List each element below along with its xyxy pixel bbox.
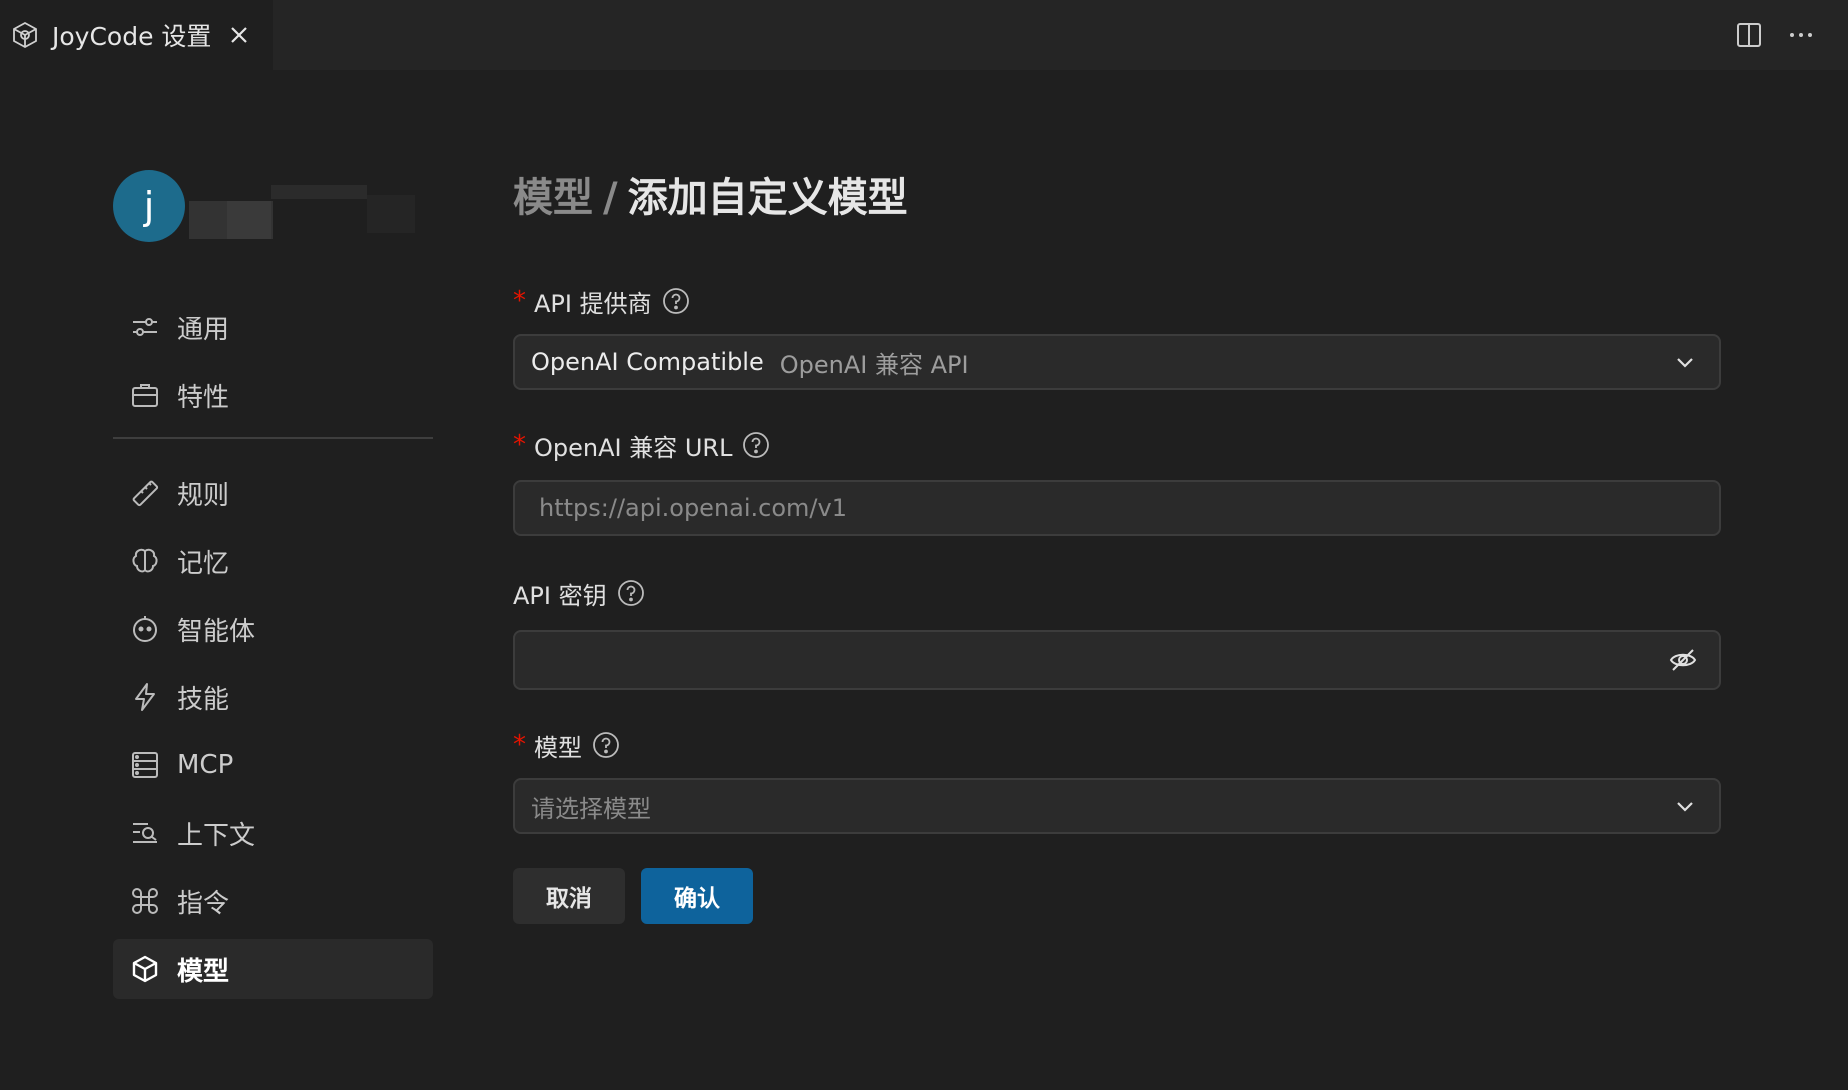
sidebar-item-features[interactable]: 特性	[113, 365, 433, 425]
model-select[interactable]: 请选择模型	[513, 778, 1721, 834]
sliders-icon	[129, 311, 161, 343]
required-mark: *	[513, 430, 526, 460]
robot-icon	[129, 613, 161, 645]
help-icon[interactable]	[662, 287, 690, 315]
url-label-text: OpenAI 兼容 URL	[534, 433, 733, 462]
url-input[interactable]	[531, 494, 1703, 522]
model-label-text: 模型	[534, 733, 582, 762]
sidebar-item-rules[interactable]: 规则	[113, 463, 433, 523]
sidebar-item-label: 上下文	[177, 820, 256, 851]
command-icon	[129, 885, 161, 917]
url-field-wrapper	[513, 480, 1721, 536]
eye-off-icon[interactable]	[1667, 644, 1699, 676]
briefcase-icon	[129, 379, 161, 411]
sidebar-item-label: 规则	[177, 480, 230, 511]
settings-sidebar: 通用 特性 规则 记忆 智能体 技能 MCP 上下文 指令 模型	[113, 297, 433, 1007]
sidebar-item-label: 通用	[177, 314, 230, 345]
provider-value: OpenAI Compatible	[531, 348, 764, 376]
sidebar-item-memory[interactable]: 记忆	[113, 531, 433, 591]
chevron-down-icon	[1677, 358, 1693, 368]
sidebar-item-mcp[interactable]: MCP	[113, 735, 433, 795]
context-search-icon	[129, 817, 161, 849]
sidebar-item-label: 智能体	[177, 616, 256, 647]
breadcrumb[interactable]: 模型	[513, 175, 593, 221]
sidebar-item-label: 指令	[177, 888, 230, 919]
breadcrumb-separator: /	[603, 175, 618, 221]
confirm-button[interactable]: 确认	[641, 868, 753, 924]
user-profile: j	[113, 170, 417, 242]
redacted-username	[187, 175, 417, 239]
sidebar-item-label: 技能	[177, 684, 230, 715]
model-label: * 模型	[513, 728, 1721, 762]
provider-select[interactable]: OpenAI Compatible OpenAI 兼容 API	[513, 334, 1721, 390]
joycode-logo-icon	[8, 18, 42, 52]
sidebar-item-commands[interactable]: 指令	[113, 871, 433, 931]
server-icon	[129, 749, 161, 781]
sidebar-item-context[interactable]: 上下文	[113, 803, 433, 863]
api-key-label: API 密钥	[513, 576, 1721, 610]
help-icon[interactable]	[592, 731, 620, 759]
sidebar-divider	[113, 437, 433, 439]
sidebar-item-general[interactable]: 通用	[113, 297, 433, 357]
sidebar-item-label: MCP	[177, 750, 234, 780]
api-key-label-text: API 密钥	[513, 581, 607, 610]
required-mark: *	[513, 286, 526, 316]
brain-icon	[129, 545, 161, 577]
more-icon[interactable]	[1786, 20, 1816, 50]
sidebar-item-label: 特性	[177, 382, 230, 413]
sidebar-item-models[interactable]: 模型	[113, 939, 433, 999]
page-title: 模型 / 添加自定义模型	[513, 170, 1721, 226]
close-icon[interactable]	[227, 23, 251, 47]
help-icon[interactable]	[742, 431, 770, 459]
sidebar-item-skills[interactable]: 技能	[113, 667, 433, 727]
sidebar-item-label: 记忆	[177, 548, 230, 579]
split-editor-icon[interactable]	[1734, 20, 1764, 50]
api-key-field-wrapper	[513, 630, 1721, 690]
provider-value-desc: OpenAI 兼容 API	[779, 350, 969, 379]
page-title-current: 添加自定义模型	[627, 175, 908, 221]
sidebar-item-agents[interactable]: 智能体	[113, 599, 433, 659]
provider-label: * API 提供商	[513, 284, 1721, 318]
avatar: j	[113, 170, 185, 242]
ruler-icon	[129, 477, 161, 509]
required-mark: *	[513, 730, 526, 760]
cancel-button[interactable]: 取消	[513, 868, 625, 924]
settings-tab[interactable]: JoyCode 设置	[0, 0, 273, 70]
api-key-input[interactable]	[531, 646, 1703, 674]
main-content: 模型 / 添加自定义模型 * API 提供商 OpenAI Compatible O…	[513, 170, 1721, 924]
cube-icon	[129, 953, 161, 985]
url-label: * OpenAI 兼容 URL	[513, 428, 1721, 462]
editor-tab-bar: JoyCode 设置	[0, 0, 1848, 70]
lightning-icon	[129, 681, 161, 713]
sidebar-item-label: 模型	[177, 956, 230, 987]
chevron-down-icon	[1677, 802, 1693, 812]
provider-label-text: API 提供商	[534, 289, 652, 318]
tab-title: JoyCode 设置	[52, 22, 212, 51]
model-placeholder: 请选择模型	[531, 794, 651, 823]
help-icon[interactable]	[617, 579, 645, 607]
